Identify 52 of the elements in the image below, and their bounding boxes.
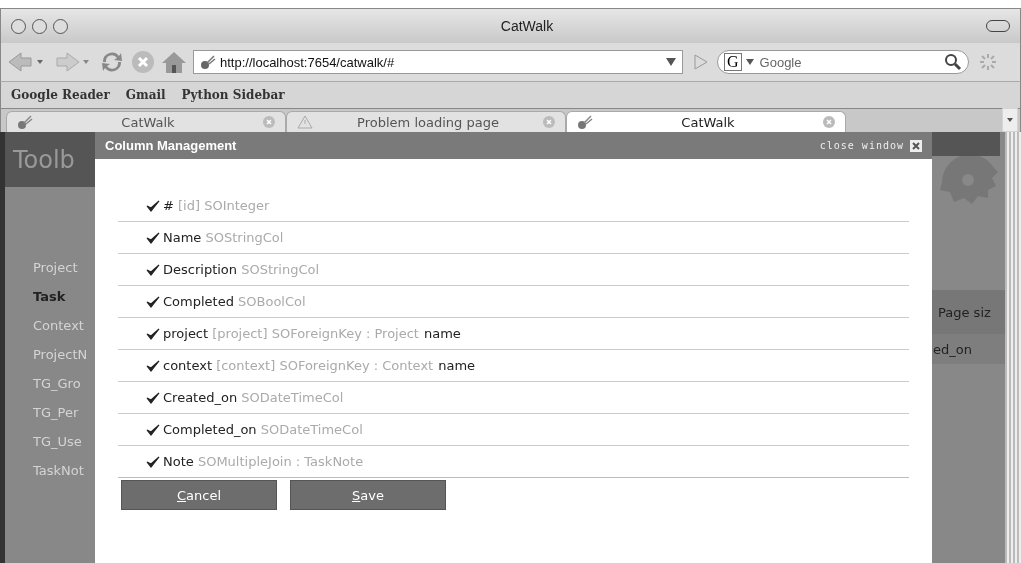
tab-list-button[interactable] [1002, 108, 1018, 132]
table-cell: ed_on [932, 334, 1005, 364]
column-entry: Name SOStringCol [163, 230, 284, 245]
bookmark-link[interactable]: Gmail [125, 88, 166, 102]
browser-tab[interactable]: CatWalk [6, 111, 286, 132]
cancel-button[interactable]: Cancel [121, 480, 277, 510]
checkmark-icon[interactable] [146, 359, 160, 372]
search-field[interactable]: G Google [717, 50, 969, 74]
loading-spinner-icon [979, 53, 997, 71]
bookmark-link[interactable]: Python Sidebar [181, 88, 285, 102]
browser-tab[interactable]: CatWalk [566, 111, 846, 132]
window-title: CatWalk [499, 18, 555, 34]
sidebar-item[interactable]: Task [33, 286, 95, 308]
column-entry: Description SOStringCol [163, 262, 320, 277]
checkmark-icon[interactable] [146, 391, 160, 404]
site-icon [577, 115, 593, 129]
column-entry: context [context] SOForeignKey : Context name [163, 358, 476, 373]
bookmark-link[interactable]: Google Reader [11, 88, 110, 102]
address-bar[interactable]: http://localhost:7654/catwalk/# [193, 50, 683, 74]
column-entry: Completed_on SODateTimeCol [163, 422, 363, 437]
reload-icon[interactable] [99, 50, 125, 74]
close-icon[interactable] [910, 139, 922, 152]
search-engine-logo[interactable]: G [724, 53, 742, 71]
dropdown-arrow-icon[interactable] [666, 58, 676, 66]
checkmark-icon[interactable] [146, 423, 160, 436]
checkmark-icon[interactable] [146, 327, 160, 340]
checkmark-icon[interactable] [146, 231, 160, 244]
close-button[interactable] [11, 18, 26, 34]
save-button[interactable]: Save [290, 480, 446, 510]
column-entry: Note SOMultipleJoin : TaskNote [163, 454, 364, 469]
browser-tab[interactable]: Problem loading page [286, 111, 566, 132]
checkmark-icon[interactable] [146, 199, 160, 212]
home-icon[interactable] [161, 50, 187, 74]
column-entry: project [project] SOForeignKey : Project name [163, 326, 461, 341]
checkmark-icon[interactable] [146, 263, 160, 276]
site-icon [17, 115, 33, 129]
dropdown-arrow-icon[interactable] [745, 59, 754, 65]
scrollbar[interactable] [1005, 132, 1021, 563]
minimize-button[interactable] [32, 18, 47, 34]
column-entry: Completed SOBoolCol [163, 294, 306, 309]
close-window-link[interactable]: close window [819, 140, 904, 151]
zoom-button[interactable] [53, 18, 68, 34]
warning-icon [297, 115, 313, 129]
checkmark-icon[interactable] [146, 295, 160, 308]
column-entry: # [id] SOInteger [163, 198, 270, 213]
column-entry: Created_on SODateTimeCol [163, 390, 344, 405]
site-icon [200, 55, 216, 69]
dialog-title: Column Management [105, 138, 238, 153]
search-icon[interactable] [944, 53, 962, 71]
page-header: Toolb [5, 132, 95, 187]
checkmark-icon[interactable] [146, 455, 160, 468]
column-header: Page siz [932, 290, 1005, 334]
